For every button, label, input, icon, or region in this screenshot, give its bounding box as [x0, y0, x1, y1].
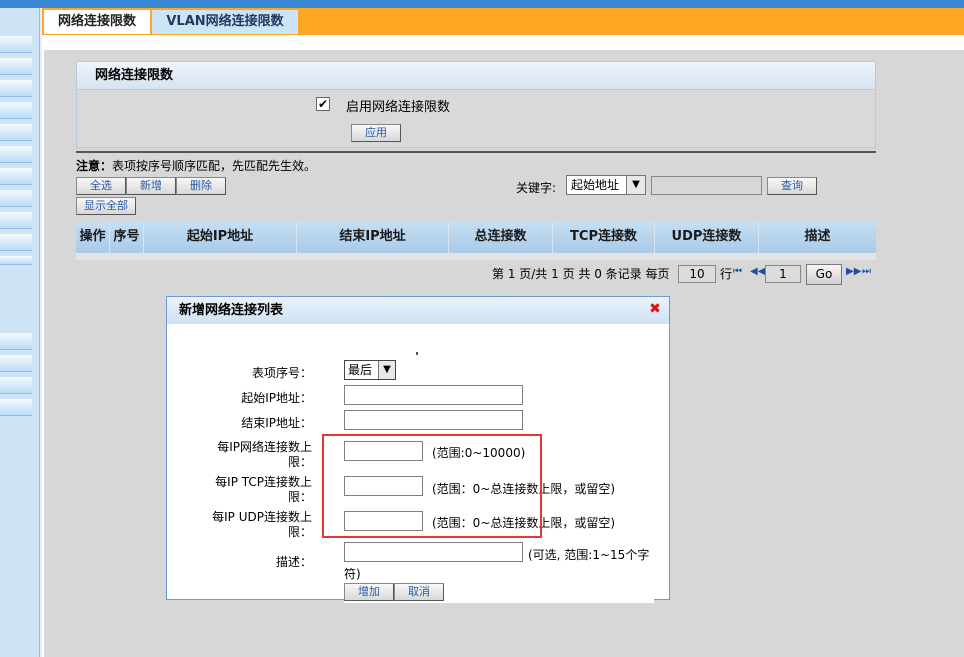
divider	[76, 151, 876, 153]
column-header: 结束IP地址	[297, 221, 449, 253]
nav-item[interactable]	[0, 355, 32, 372]
note-prefix: 注意：	[76, 159, 113, 173]
left-nav	[0, 8, 40, 657]
index-select[interactable]: 最后 ▼	[344, 360, 396, 380]
cancel-button[interactable]: 取消	[394, 583, 444, 601]
end-ip-label: 结束IP地址：	[241, 416, 312, 430]
prev-page-icon[interactable]: ◀◀	[750, 266, 765, 277]
start-ip-label: 起始IP地址：	[241, 391, 312, 405]
confirm-add-button[interactable]: 增加	[344, 583, 394, 601]
column-header: 操作	[76, 221, 110, 253]
pagination-summary: 第 1 页/共 1 页 共 0 条记录 每页	[492, 267, 670, 281]
apply-button[interactable]: 应用	[351, 124, 401, 142]
delete-button[interactable]: 删除	[176, 177, 226, 195]
nav-item[interactable]	[0, 377, 32, 394]
go-button[interactable]: Go	[806, 264, 842, 285]
note-body: 表项按序号顺序匹配，先匹配先生效。	[112, 159, 317, 173]
nav-item[interactable]	[0, 168, 32, 185]
tab-vlan-connection-limit[interactable]: VLAN网络连接限数	[152, 10, 298, 34]
index-select-value: 最后	[348, 363, 373, 377]
select-all-button[interactable]: 全选	[76, 177, 126, 195]
close-icon[interactable]: ✖	[648, 302, 662, 316]
desc-hint: (可选, 范围:1~15个字	[528, 548, 650, 562]
column-header: 总连接数	[449, 221, 553, 253]
dialog-title: 新增网络连接列表	[167, 297, 669, 324]
nav-item[interactable]	[0, 58, 32, 75]
column-header: 序号	[110, 221, 144, 253]
search-button[interactable]: 查询	[767, 177, 817, 195]
nav-item[interactable]	[0, 399, 32, 416]
page-size-input[interactable]: 10	[678, 265, 716, 283]
cursor-mark	[416, 352, 418, 355]
enable-checkbox[interactable]: ✔	[316, 97, 330, 111]
chevron-down-icon: ▼	[626, 176, 645, 194]
index-label: 表项序号：	[251, 366, 312, 380]
enable-label: 启用网络连接限数	[346, 100, 451, 115]
first-page-icon[interactable]: ⏮	[733, 266, 742, 277]
keyword-input[interactable]	[651, 176, 762, 195]
add-button[interactable]: 新增	[126, 177, 176, 195]
nav-item[interactable]	[0, 80, 32, 97]
end-ip-input[interactable]	[344, 410, 523, 430]
nav-item[interactable]	[0, 124, 32, 141]
nav-item[interactable]	[0, 333, 32, 350]
nav-item[interactable]	[0, 146, 32, 163]
nav-item[interactable]	[0, 36, 32, 53]
note-text: 注意：表项按序号顺序匹配，先匹配先生效。	[76, 157, 316, 174]
nav-separator	[40, 8, 42, 657]
per-ip-udp-label-2: 限：	[287, 525, 312, 539]
page-number-input[interactable]: 1	[765, 265, 801, 283]
last-page-icon[interactable]: ⏭	[862, 266, 871, 277]
per-ip-tcp-label-2: 限：	[287, 490, 312, 504]
start-ip-input[interactable]	[344, 385, 523, 405]
panel-title: 网络连接限数	[77, 62, 875, 90]
nav-item[interactable]	[0, 190, 32, 207]
nav-item[interactable]	[0, 234, 32, 251]
column-header: UDP连接数	[655, 221, 759, 253]
table-body-empty	[76, 253, 876, 260]
top-bar	[0, 0, 964, 8]
per-ip-conn-label-2: 限：	[287, 455, 312, 469]
desc-label: 描述：	[275, 555, 312, 569]
chevron-down-icon: ▼	[378, 361, 395, 379]
column-header: TCP连接数	[553, 221, 655, 253]
nav-divider	[0, 256, 32, 265]
column-header: 起始IP地址	[144, 221, 297, 253]
keyword-select-value: 起始地址	[571, 178, 620, 192]
desc-input[interactable]	[344, 542, 523, 562]
show-all-button[interactable]: 显示全部	[76, 197, 136, 215]
row-label: 行	[720, 267, 733, 281]
nav-item[interactable]	[0, 102, 32, 119]
keyword-select[interactable]: 起始地址 ▼	[566, 175, 646, 195]
nav-item[interactable]	[0, 212, 32, 229]
desc-hint-2: 符)	[344, 567, 361, 581]
keyword-label: 关键字:	[516, 181, 557, 195]
column-header: 描述	[804, 229, 831, 244]
highlight-box	[322, 434, 542, 538]
next-page-icon[interactable]: ▶▶	[846, 266, 861, 277]
tab-connection-limit[interactable]: 网络连接限数	[44, 10, 150, 34]
